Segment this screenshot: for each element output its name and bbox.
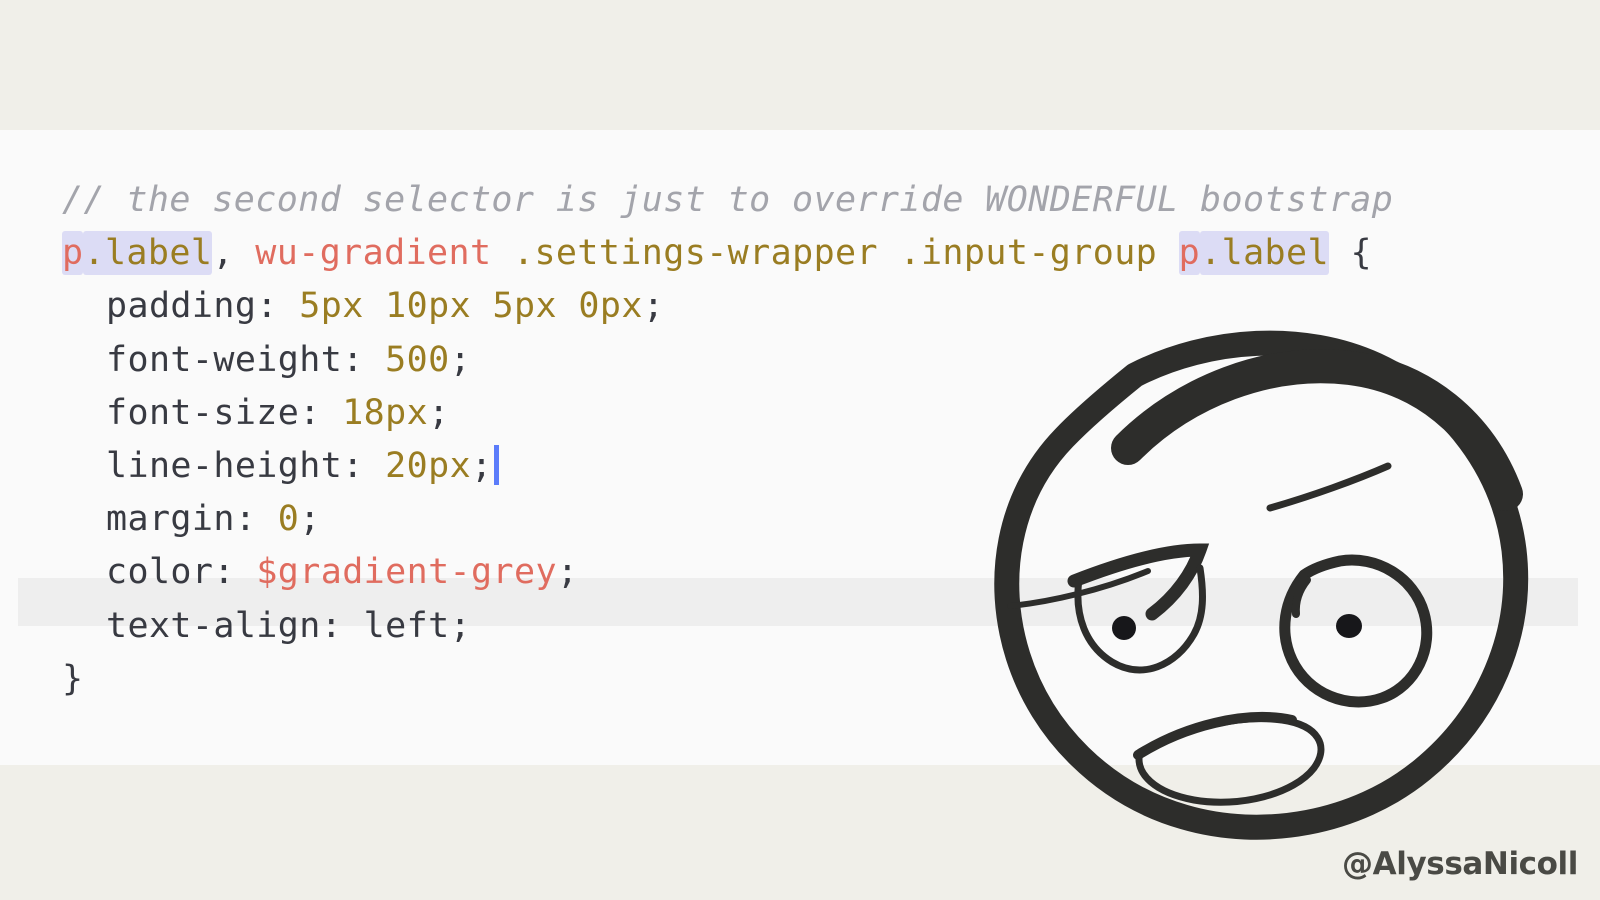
code-line-active[interactable]: line-height: 20px;	[0, 440, 1600, 493]
code-token-punct: ;	[471, 445, 493, 486]
code-token-prop: text-align	[106, 605, 321, 646]
code-token-punct	[878, 233, 899, 273]
code-token-class: .input-group	[899, 233, 1158, 274]
code-token-punct: ;	[556, 552, 579, 593]
code-token-punct: ,	[212, 233, 256, 274]
code-line[interactable]: }	[0, 653, 1600, 706]
code-token-punct: ;	[428, 392, 450, 433]
code-line[interactable]: padding: 5px 10px 5px 0px;	[0, 280, 1600, 333]
code-token-punct: :	[213, 552, 257, 593]
code-token-value: 20px	[385, 445, 472, 486]
code-token-value: 500	[385, 339, 450, 380]
code-line[interactable]: color: $gradient-grey;	[0, 546, 1600, 599]
code-token-value: 5px 10px 5px 0px	[299, 286, 643, 327]
code-token-brace: }	[62, 658, 84, 699]
code-token-punct	[491, 233, 512, 273]
code-token-punct: ;	[449, 605, 472, 646]
code-token-prop: font-size	[106, 392, 300, 433]
author-watermark: @AlyssaNicoll	[1342, 846, 1578, 882]
code-token-punct: ;	[449, 339, 472, 380]
code-token-value: 18px	[342, 392, 429, 433]
code-token-value: 0	[277, 499, 300, 540]
code-token-comment: // the second selector is just to overri…	[62, 180, 1394, 220]
code-line[interactable]: // the second selector is just to overri…	[0, 174, 1600, 227]
code-token-class: .label	[83, 231, 213, 276]
code-token-brace: {	[1350, 233, 1372, 274]
code-line[interactable]: p.label, wu-gradient .settings-wrapper .…	[0, 227, 1600, 280]
code-token-punct: :	[256, 286, 300, 327]
code-token-punct: :	[234, 499, 278, 540]
code-token-class: .settings-wrapper	[512, 233, 878, 274]
code-token-prop: font-weight	[106, 339, 343, 380]
code-token-punct: :	[320, 605, 364, 646]
code-line[interactable]: font-size: 18px;	[0, 387, 1600, 440]
code-token-element: wu-gradient	[255, 233, 492, 274]
code-line[interactable]: font-weight: 500;	[0, 334, 1600, 387]
code-token-keyword: left	[363, 605, 450, 646]
code-token-punct	[1329, 233, 1350, 273]
code-line[interactable]: text-align: left;	[0, 600, 1600, 653]
code-token-prop: line-height	[106, 445, 343, 486]
code-token-class: .label	[1200, 231, 1329, 276]
code-token-punct: ;	[299, 499, 321, 540]
code-token-punct	[1157, 233, 1178, 273]
code-editor-panel: // the second selector is just to overri…	[0, 130, 1600, 765]
text-caret	[493, 444, 499, 485]
code-lines-container: // the second selector is just to overri…	[0, 130, 1600, 706]
slide-canvas: // the second selector is just to overri…	[0, 0, 1600, 900]
code-token-prop: color	[106, 552, 214, 593]
code-token-prop: padding	[106, 286, 257, 327]
code-token-variable: $gradient-grey	[256, 552, 557, 593]
code-token-prop: margin	[106, 499, 235, 540]
code-token-punct: :	[342, 445, 386, 486]
code-line[interactable]: margin: 0;	[0, 493, 1600, 546]
code-token-element: p	[62, 231, 84, 276]
code-token-punct: :	[342, 339, 386, 380]
code-token-punct: ;	[642, 286, 665, 327]
code-token-punct: :	[299, 392, 343, 433]
code-token-element: p	[1178, 231, 1201, 276]
